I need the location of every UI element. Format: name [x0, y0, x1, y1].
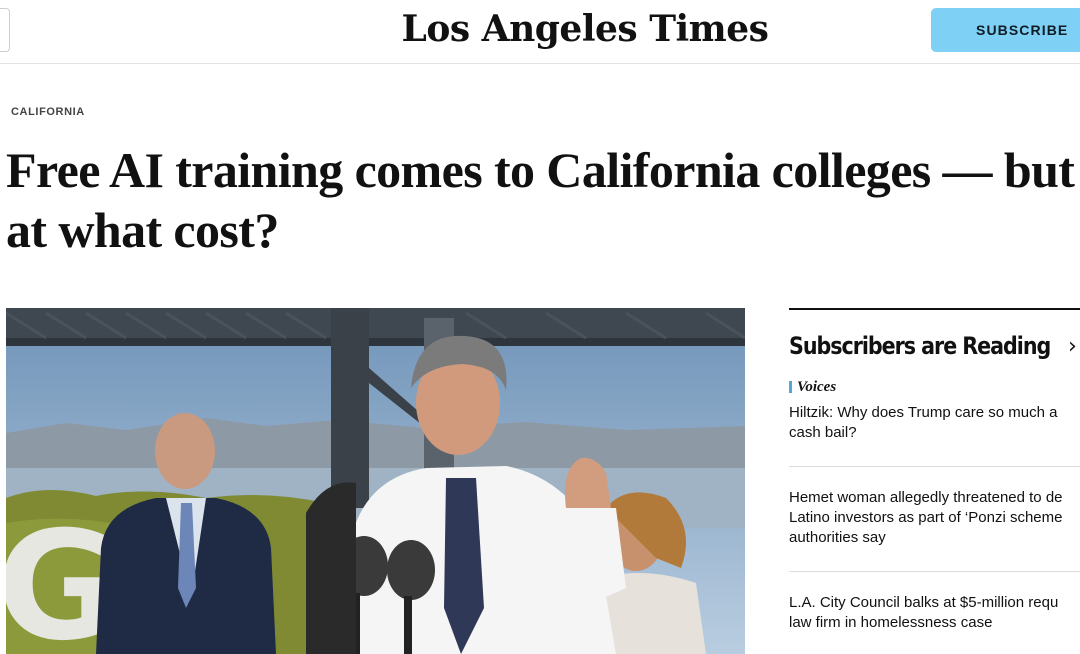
article-headline: Free AI training comes to California col…	[6, 142, 1075, 258]
section-label[interactable]: CALIFORNIA	[11, 106, 85, 118]
rail-divider	[789, 466, 1080, 467]
rail-story-2[interactable]: Hemet woman allegedly threatened to de L…	[789, 488, 1080, 548]
site-header: Los Angeles Times SUBSCRIBE	[0, 0, 1080, 64]
chevron-right-icon[interactable]: ›	[1068, 334, 1077, 359]
rail-story-3[interactable]: L.A. City Council balks at $5-million re…	[789, 593, 1080, 633]
subscribe-button[interactable]: SUBSCRIBE	[931, 8, 1080, 52]
voices-label: Voices	[797, 379, 837, 395]
rail-title[interactable]: Subscribers are Reading	[789, 332, 1051, 360]
rail-story-1[interactable]: Hiltzik: Why does Trump care so much a c…	[789, 403, 1080, 443]
voices-accent-bar	[789, 381, 792, 393]
rail-top-rule	[789, 308, 1080, 310]
article-photo: GO	[6, 308, 745, 654]
masthead-logo[interactable]: Los Angeles Times	[0, 6, 1080, 52]
rail-divider	[789, 571, 1080, 572]
